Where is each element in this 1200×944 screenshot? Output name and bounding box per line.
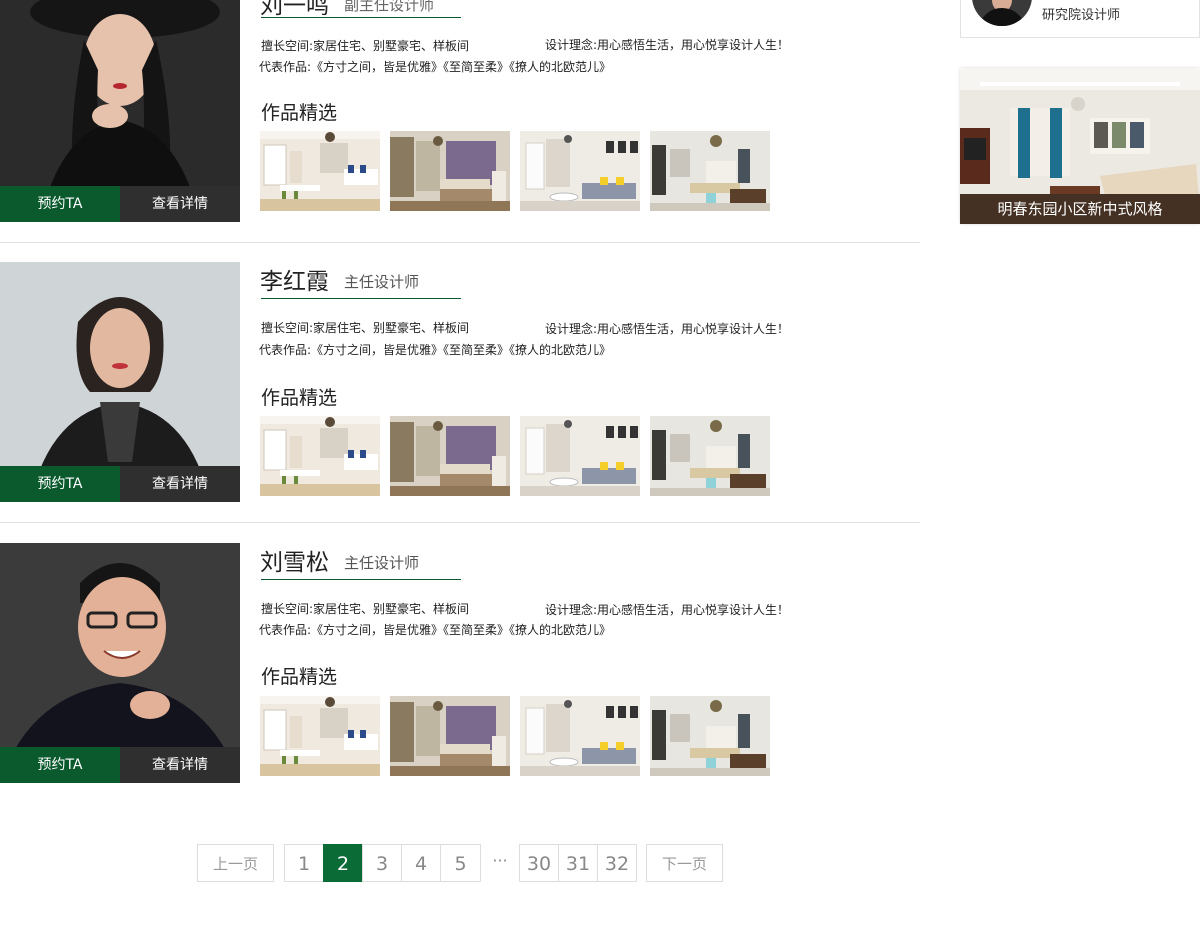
designer-photo[interactable]: 预约TA 查看详情 — [0, 262, 240, 502]
designer-works: 代表作品:《方寸之间，皆是优雅》《至简至柔》《撩人的北欧范儿》 — [259, 60, 612, 74]
work-thumbnail[interactable] — [520, 416, 640, 496]
work-thumbnail[interactable] — [390, 416, 510, 496]
page-1-button[interactable]: 1 — [284, 844, 324, 882]
page-4-button[interactable]: 4 — [401, 844, 441, 882]
designer-photo[interactable]: 预约TA 查看详情 — [0, 0, 240, 222]
work-thumbnail[interactable] — [260, 416, 380, 496]
featured-project-caption: 明春东园小区新中式风格 — [960, 194, 1200, 224]
view-details-button[interactable]: 查看详情 — [120, 747, 240, 783]
works-heading: 作品精选 — [261, 387, 338, 409]
next-page-button[interactable]: 下一页 — [646, 844, 723, 882]
name-underline — [261, 298, 461, 299]
name-underline — [261, 579, 461, 580]
designer-works: 代表作品:《方寸之间，皆是优雅》《至简至柔》《撩人的北欧范儿》 — [259, 343, 612, 357]
designer-philosophy: 设计理念:用心感悟生活，用心悦享设计人生！ — [545, 38, 790, 52]
book-designer-button[interactable]: 预约TA — [0, 466, 120, 502]
card-divider — [0, 242, 920, 243]
designer-title: 副主任设计师 — [344, 0, 435, 14]
page-3-button[interactable]: 3 — [362, 844, 402, 882]
view-details-button[interactable]: 查看详情 — [120, 466, 240, 502]
designer-title: 主任设计师 — [344, 554, 420, 572]
designer-title: 主任设计师 — [344, 273, 420, 291]
prev-page-button[interactable]: 上一页 — [197, 844, 274, 882]
designer-specialty: 擅长空间:家居住宅、别墅豪宅、样板间 — [261, 602, 470, 616]
sidebar-featured-project[interactable]: 明春东园小区新中式风格 — [960, 68, 1200, 224]
sidebar-designer-role: 研究院设计师 — [1042, 8, 1121, 23]
page-31-button[interactable]: 31 — [558, 844, 598, 882]
designer-name[interactable]: 李红霞 — [260, 262, 329, 296]
works-heading: 作品精选 — [261, 102, 338, 124]
designer-specialty: 擅长空间:家居住宅、别墅豪宅、样板间 — [261, 321, 470, 335]
work-thumbnail[interactable] — [650, 416, 770, 496]
book-designer-button[interactable]: 预约TA — [0, 747, 120, 783]
work-thumbnail[interactable] — [650, 131, 770, 211]
designer-works: 代表作品:《方寸之间，皆是优雅》《至简至柔》《撩人的北欧范儿》 — [259, 623, 612, 637]
designer-specialty: 擅长空间:家居住宅、别墅豪宅、样板间 — [261, 39, 470, 53]
pagination-ellipsis: ··· — [492, 851, 508, 870]
page-30-button[interactable]: 30 — [519, 844, 559, 882]
name-underline — [261, 17, 461, 18]
view-details-button[interactable]: 查看详情 — [120, 186, 240, 222]
designer-philosophy: 设计理念:用心感悟生活，用心悦享设计人生！ — [545, 322, 790, 336]
designer-photo[interactable]: 预约TA 查看详情 — [0, 543, 240, 783]
page-32-button[interactable]: 32 — [597, 844, 637, 882]
work-thumbnail[interactable] — [390, 696, 510, 776]
work-thumbnail[interactable] — [650, 696, 770, 776]
designer-philosophy: 设计理念:用心感悟生活，用心悦享设计人生！ — [545, 603, 790, 617]
page-2-button[interactable]: 2 — [323, 844, 363, 882]
work-thumbnail[interactable] — [260, 131, 380, 211]
book-designer-button[interactable]: 预约TA — [0, 186, 120, 222]
designer-name[interactable]: 刘雪松 — [260, 543, 329, 577]
page-5-button[interactable]: 5 — [440, 844, 481, 882]
works-heading: 作品精选 — [261, 666, 338, 688]
work-thumbnail[interactable] — [520, 131, 640, 211]
card-divider — [0, 522, 920, 523]
work-thumbnail[interactable] — [390, 131, 510, 211]
work-thumbnail[interactable] — [260, 696, 380, 776]
work-thumbnail[interactable] — [520, 696, 640, 776]
